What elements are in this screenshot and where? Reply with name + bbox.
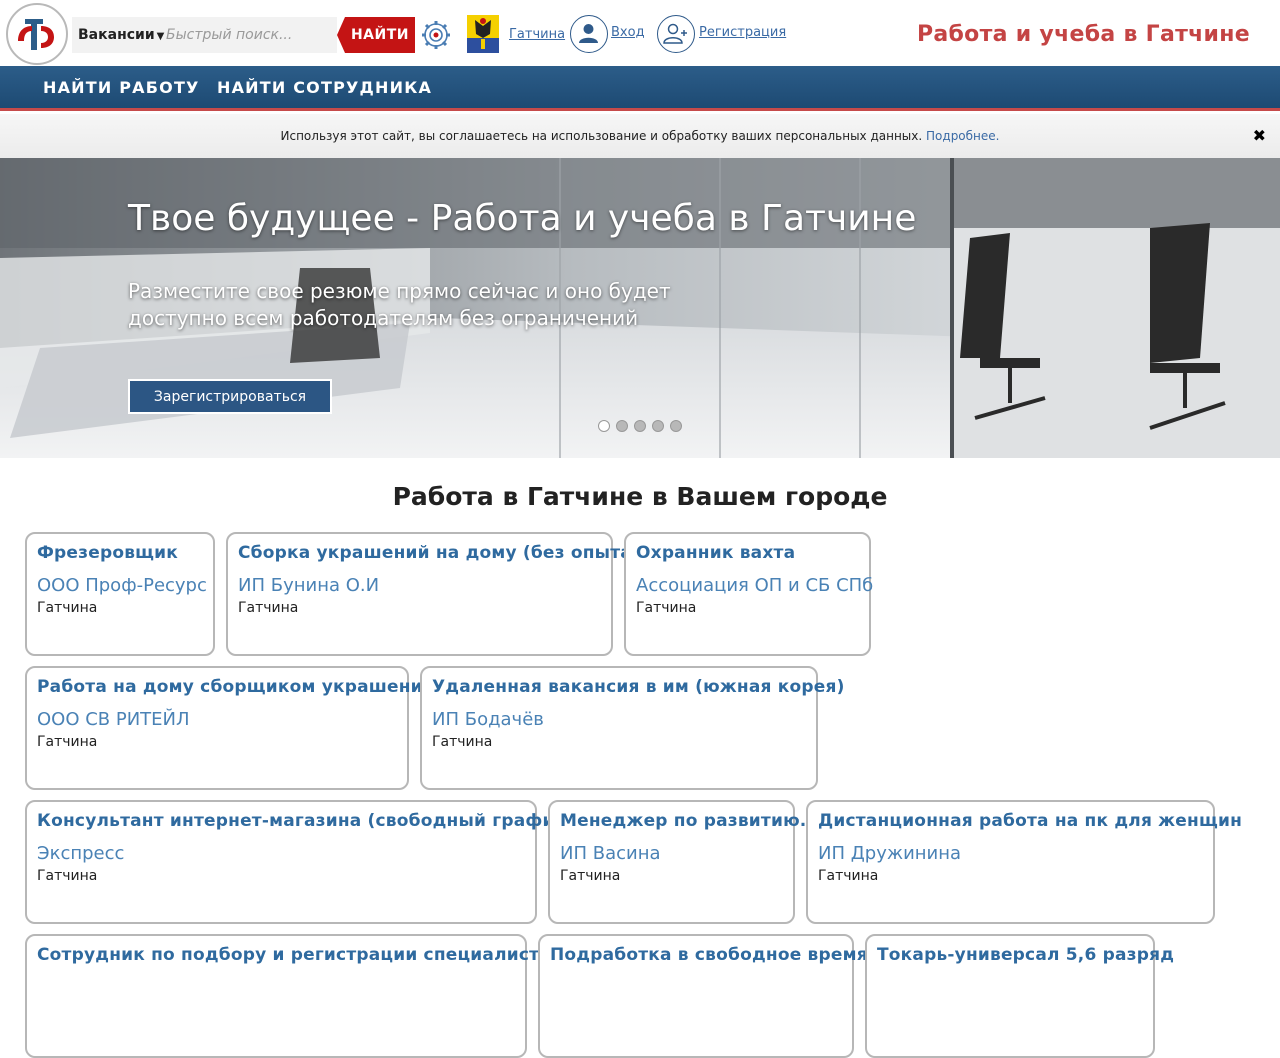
cookie-more-link[interactable]: Подробнее. — [926, 129, 999, 143]
job-company[interactable]: ИП Бодачёв — [432, 709, 806, 730]
job-city: Гатчина — [238, 600, 299, 616]
chevron-down-icon: ▼ — [156, 31, 165, 42]
search-type-label: Вакансии — [78, 27, 155, 43]
slider-dot[interactable] — [670, 420, 682, 432]
site-logo[interactable] — [6, 3, 68, 65]
job-card[interactable]: Дистанционная работа на пк для женщин ИП… — [806, 800, 1242, 924]
search-button[interactable]: НАЙТИ — [337, 17, 415, 53]
job-title[interactable]: Токарь-универсал 5,6 разряд — [877, 945, 1174, 965]
job-title[interactable]: Подработка в свободное время — [550, 945, 868, 965]
register-button[interactable]: Зарегистрироваться — [128, 379, 332, 414]
job-city: Гатчина — [636, 600, 697, 616]
job-title[interactable]: Удаленная вакансия в им (южная корея) — [432, 677, 844, 697]
job-row: Фрезеровщик ООО Проф-Ресурс Гатчина Сбор… — [25, 532, 873, 656]
job-title[interactable]: Дистанционная работа на пк для женщин — [818, 811, 1242, 831]
search-input[interactable] — [166, 17, 337, 53]
job-company[interactable]: Экспресс — [37, 843, 525, 864]
jobs-section-title: Работа в Гатчине в Вашем городе — [392, 482, 888, 511]
job-row: Консультант интернет-магазина (свободный… — [25, 800, 1242, 924]
city-link[interactable]: Гатчина — [509, 27, 565, 42]
job-card[interactable]: Менеджер по развитию. ИП Васина Гатчина — [548, 800, 806, 924]
job-row: Работа на дому сборщиком украшений ООО С… — [25, 666, 844, 790]
nav-find-job[interactable]: НАЙТИ РАБОТУ — [43, 78, 200, 97]
job-title[interactable]: Консультант интернет-магазина (свободный… — [37, 811, 574, 831]
job-company[interactable]: ООО Проф-Ресурс — [37, 575, 207, 596]
quick-search: Вакансии▼ НАЙТИ — [72, 17, 415, 53]
close-icon[interactable]: ✖ — [1253, 114, 1266, 158]
slider-dots — [598, 420, 682, 432]
register-user-icon[interactable] — [657, 15, 695, 53]
hero-title: Твое будущее - Работа и учеба в Гатчине — [128, 198, 917, 239]
hero-subtitle: Разместите свое резюме прямо сейчас и он… — [128, 279, 671, 330]
job-city: Гатчина — [37, 600, 98, 616]
nav-find-employee[interactable]: НАЙТИ СОТРУДНИКА — [217, 78, 432, 97]
slider-dot[interactable] — [652, 420, 664, 432]
job-title[interactable]: Менеджер по развитию. — [560, 811, 806, 831]
job-card[interactable]: Удаленная вакансия в им (южная корея) ИП… — [420, 666, 844, 790]
job-card[interactable]: Подработка в свободное время — [538, 934, 868, 1058]
job-card[interactable]: Фрезеровщик ООО Проф-Ресурс Гатчина — [25, 532, 215, 656]
job-city: Гатчина — [37, 868, 98, 884]
cookie-text: Используя этот сайт, вы соглашаетесь на … — [280, 129, 923, 143]
job-card[interactable]: Консультант интернет-магазина (свободный… — [25, 800, 574, 924]
search-type-select[interactable]: Вакансии ▼ — [72, 17, 166, 53]
site-title: Работа и учеба в Гатчине — [916, 22, 1250, 47]
main-nav: НАЙТИ РАБОТУ НАЙТИ СОТРУДНИКА — [0, 66, 1280, 111]
job-company[interactable]: ИП Бунина О.И — [238, 575, 601, 596]
job-card[interactable]: Сборка украшений на дому (без опыта) ИП … — [226, 532, 640, 656]
job-title[interactable]: Работа на дому сборщиком украшений — [37, 677, 435, 697]
job-card[interactable]: Токарь-универсал 5,6 разряд — [865, 934, 1174, 1058]
login-user-icon[interactable] — [570, 15, 608, 53]
job-company[interactable]: ИП Васина — [560, 843, 783, 864]
logo-icon — [9, 6, 65, 62]
job-title[interactable]: Сборка украшений на дому (без опыта) — [238, 543, 640, 563]
job-row: Сотрудник по подбору и регистрации специ… — [25, 934, 1174, 1058]
register-link[interactable]: Регистрация — [699, 25, 786, 40]
job-city: Гатчина — [432, 734, 493, 750]
login-link[interactable]: Вход — [611, 25, 645, 40]
hero-slider: Твое будущее - Работа и учеба в Гатчине … — [0, 158, 1280, 458]
job-title[interactable]: Фрезеровщик — [37, 543, 203, 563]
job-title[interactable]: Охранник вахта — [636, 543, 859, 563]
job-city: Гатчина — [818, 868, 879, 884]
job-city: Гатчина — [560, 868, 621, 884]
job-city: Гатчина — [37, 734, 98, 750]
top-header: Вакансии▼ НАЙТИ — [0, 0, 1280, 66]
job-title[interactable]: Сотрудник по подбору и регистрации специ… — [37, 945, 562, 965]
gear-icon[interactable] — [420, 19, 452, 51]
slider-dot[interactable] — [616, 420, 628, 432]
city-coat-of-arms-icon[interactable] — [466, 14, 500, 54]
job-company[interactable]: ИП Дружинина — [818, 843, 1203, 864]
slider-dot[interactable] — [634, 420, 646, 432]
cookie-banner: Используя этот сайт, вы соглашаетесь на … — [0, 114, 1280, 158]
job-card[interactable]: Сотрудник по подбору и регистрации специ… — [25, 934, 562, 1058]
job-company[interactable]: ООО СВ РИТЕЙЛ — [37, 709, 397, 730]
job-card[interactable]: Охранник вахта Ассоциация ОП и СБ СПб Га… — [624, 532, 873, 656]
job-card[interactable]: Работа на дому сборщиком украшений ООО С… — [25, 666, 435, 790]
slider-dot[interactable] — [598, 420, 610, 432]
job-company[interactable]: Ассоциация ОП и СБ СПб — [636, 575, 873, 596]
